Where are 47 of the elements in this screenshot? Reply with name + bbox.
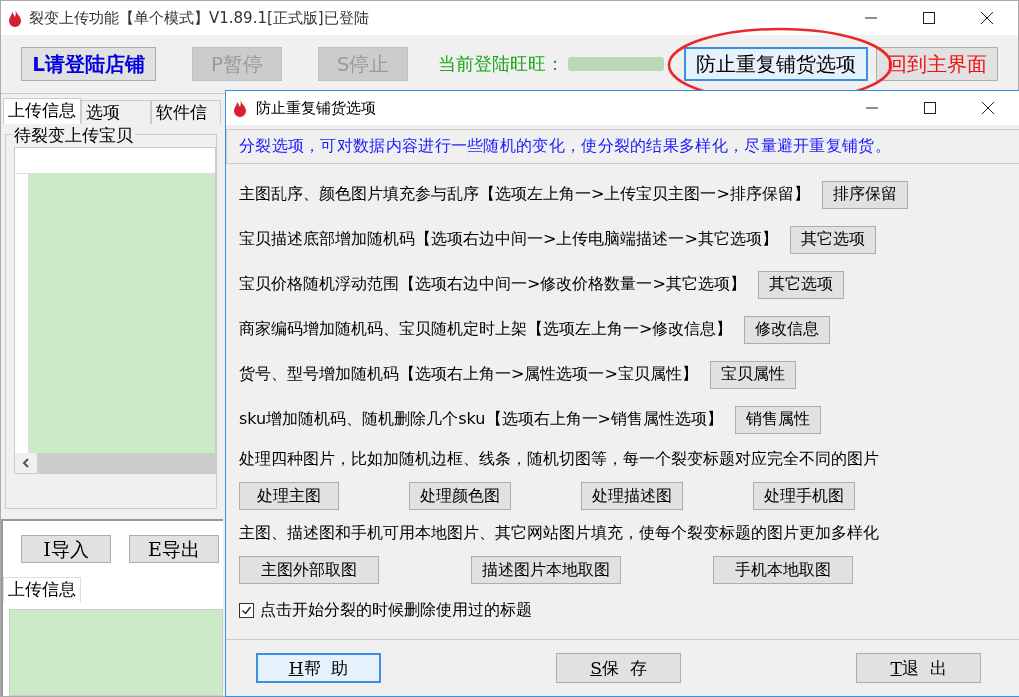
image-button[interactable]: 手机本地取图 <box>713 556 853 584</box>
close-icon[interactable] <box>981 101 995 115</box>
image-button[interactable]: 描述图片本地取图 <box>471 556 621 584</box>
option-button[interactable]: 宝贝属性 <box>709 360 796 389</box>
option-button[interactable]: 其它选项 <box>789 225 876 254</box>
option-description: 主图乱序、颜色图片填充参与乱序【选项左上角一>上传宝贝主图一>排序保留】 <box>239 184 810 205</box>
window-title: 裂变上传功能【单个模式】V1.89.1[正式版]已登陆 <box>29 8 370 28</box>
option-description: 宝贝描述底部增加随机码【选项右边中间一>上传电脑端描述一>其它选项】 <box>239 229 778 250</box>
tab[interactable]: 上传信息 <box>3 98 81 124</box>
horizontal-scrollbar[interactable] <box>15 453 215 473</box>
dialog-button[interactable]: H帮 助 <box>256 653 381 683</box>
panel-button[interactable]: E导出 <box>129 535 219 563</box>
image-button[interactable]: 处理手机图 <box>753 482 855 510</box>
section-description: 主图、描述图和手机可用本地图片、其它网站图片填充，使每个裂变标题的图片更加多样化 <box>239 521 880 544</box>
option-description: 商家编码增加随机码、宝贝随机定时上架【选项左上角一>修改信息】 <box>239 319 733 340</box>
flame-icon <box>232 98 248 118</box>
image-button[interactable]: 处理颜色图 <box>409 482 511 510</box>
image-button[interactable]: 处理描述图 <box>581 482 683 510</box>
flame-icon <box>7 8 23 28</box>
image-button[interactable]: 主图外部取图 <box>239 556 379 584</box>
option-button[interactable]: 销售属性 <box>734 405 821 434</box>
dialog-button[interactable]: T退 出 <box>856 653 981 683</box>
toolbar-button[interactable]: 防止重复铺货选项 <box>684 47 868 81</box>
group-title: 待裂变上传宝贝 <box>12 124 135 147</box>
login-status-label: 当前登陆旺旺： <box>438 52 564 76</box>
maximize-icon[interactable] <box>922 11 936 25</box>
scroll-left-icon[interactable] <box>15 453 37 473</box>
maximize-icon[interactable] <box>923 101 937 115</box>
option-button[interactable]: 修改信息 <box>744 315 831 344</box>
dialog-title: 防止重复铺货选项 <box>256 98 377 118</box>
intro-text: 分裂选项，可对数据内容进行一些随机的变化，使分裂的结果多样化，尽量避开重复铺货。 <box>226 129 1019 164</box>
option-button[interactable]: 排序保留 <box>821 180 908 209</box>
option-description: 货号、型号增加随机码【选项右上角一>属性选项一>宝贝属性】 <box>239 364 698 385</box>
close-icon[interactable] <box>980 11 994 25</box>
tab[interactable]: 选项 <box>81 100 151 124</box>
image-button[interactable]: 处理主图 <box>239 482 339 510</box>
checkbox[interactable] <box>239 602 254 618</box>
tab[interactable]: 软件信 <box>151 100 221 124</box>
section-description: 处理四种图片，比如加随机边框、线条，随机切图等，每一个裂变标题对应完全不同的图片 <box>239 447 880 470</box>
checkbox-label: 点击开始分裂的时候删除使用过的标题 <box>260 599 532 621</box>
panel-button[interactable]: I导入 <box>21 535 111 563</box>
tab[interactable]: 上传信息 <box>3 577 81 603</box>
option-description: 宝贝价格随机浮动范围【选项右边中间一>修改价格数量一>其它选项】 <box>239 274 746 295</box>
toolbar-button[interactable]: L请登陆店铺 <box>21 47 156 81</box>
option-description: sku增加随机码、随机删除几个sku【选项右上角一>销售属性选项】 <box>239 409 723 430</box>
option-button[interactable]: 其它选项 <box>757 270 844 299</box>
dialog-button[interactable]: S保 存 <box>556 653 681 683</box>
